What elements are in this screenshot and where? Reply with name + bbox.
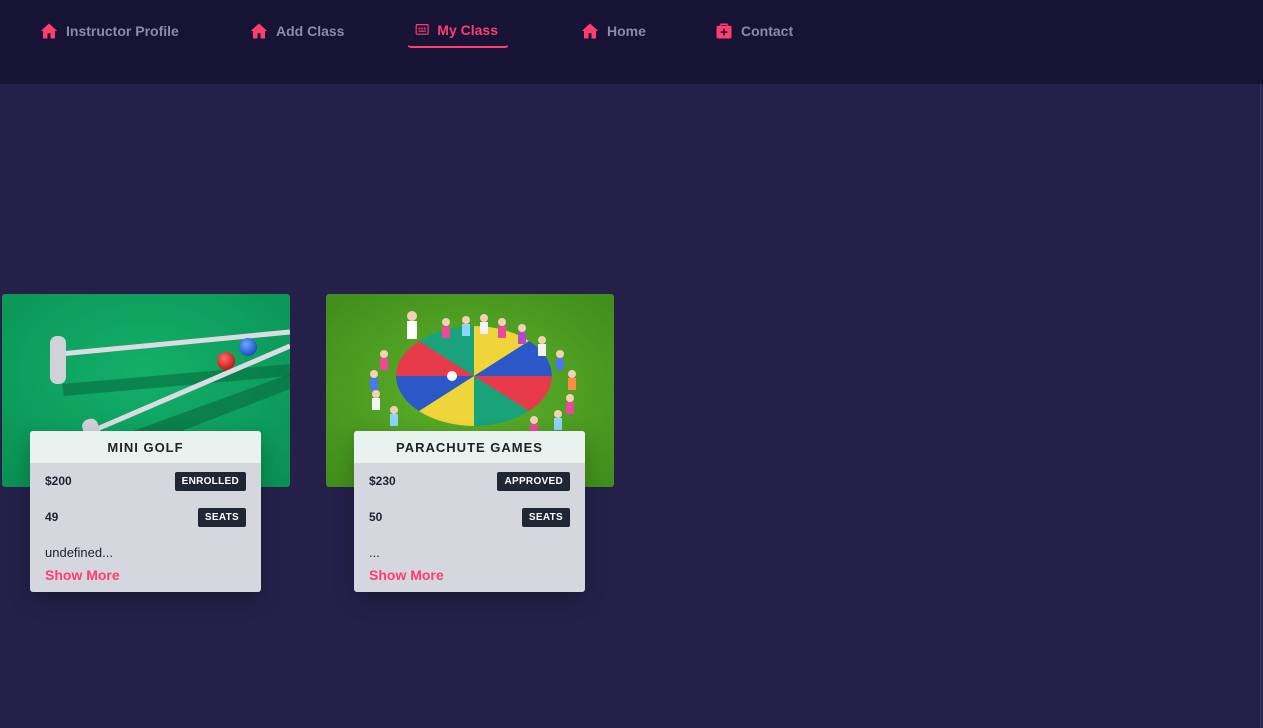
class-price: $230 — [369, 474, 396, 488]
seats-count: 50 — [369, 510, 383, 524]
price-row: $200 ENROLLED — [45, 470, 246, 492]
nav-label: Add Class — [276, 23, 345, 39]
top-navbar: Instructor Profile Add Class My Class Ho… — [0, 0, 1263, 84]
seats-row: 50 SEATS — [369, 506, 570, 528]
class-description: ... — [369, 545, 380, 560]
seats-badge: SEATS — [521, 507, 570, 527]
home-icon — [40, 23, 58, 39]
home-icon — [250, 23, 268, 39]
class-description: undefined... — [45, 545, 113, 560]
nav-label: Home — [607, 23, 646, 39]
class-title: MINI GOLF — [30, 431, 261, 463]
nav-contact[interactable]: Contact — [715, 14, 793, 48]
nav-label: Instructor Profile — [66, 23, 179, 39]
nav-add-class[interactable]: Add Class — [250, 14, 344, 48]
class-card: MINI GOLF $200 ENROLLED 49 SEATS undefin… — [2, 294, 290, 594]
nav-my-class[interactable]: My Class — [407, 14, 509, 48]
nav-label: Contact — [741, 23, 794, 39]
class-title: PARACHUTE GAMES — [354, 431, 585, 463]
class-info-panel: PARACHUTE GAMES $230 APPROVED 50 SEATS .… — [354, 431, 585, 592]
seats-count: 49 — [45, 510, 59, 524]
show-more-link[interactable]: Show More — [369, 567, 444, 583]
briefcase-medical-icon — [716, 23, 732, 39]
price-row: $230 APPROVED — [369, 470, 570, 492]
seats-badge: SEATS — [197, 507, 246, 527]
class-info-panel: MINI GOLF $200 ENROLLED 49 SEATS undefin… — [30, 431, 261, 592]
class-card: PARACHUTE GAMES $230 APPROVED 50 SEATS .… — [326, 294, 614, 594]
classroom-icon — [415, 24, 429, 35]
status-badge: ENROLLED — [174, 471, 246, 491]
status-badge: APPROVED — [497, 471, 570, 491]
nav-home[interactable]: Home — [581, 14, 646, 48]
home-icon — [581, 23, 599, 39]
nav-instructor-profile[interactable]: Instructor Profile — [40, 14, 179, 48]
class-price: $200 — [45, 474, 72, 488]
seats-row: 49 SEATS — [45, 506, 246, 528]
nav-label: My Class — [437, 22, 498, 38]
show-more-link[interactable]: Show More — [45, 567, 120, 583]
